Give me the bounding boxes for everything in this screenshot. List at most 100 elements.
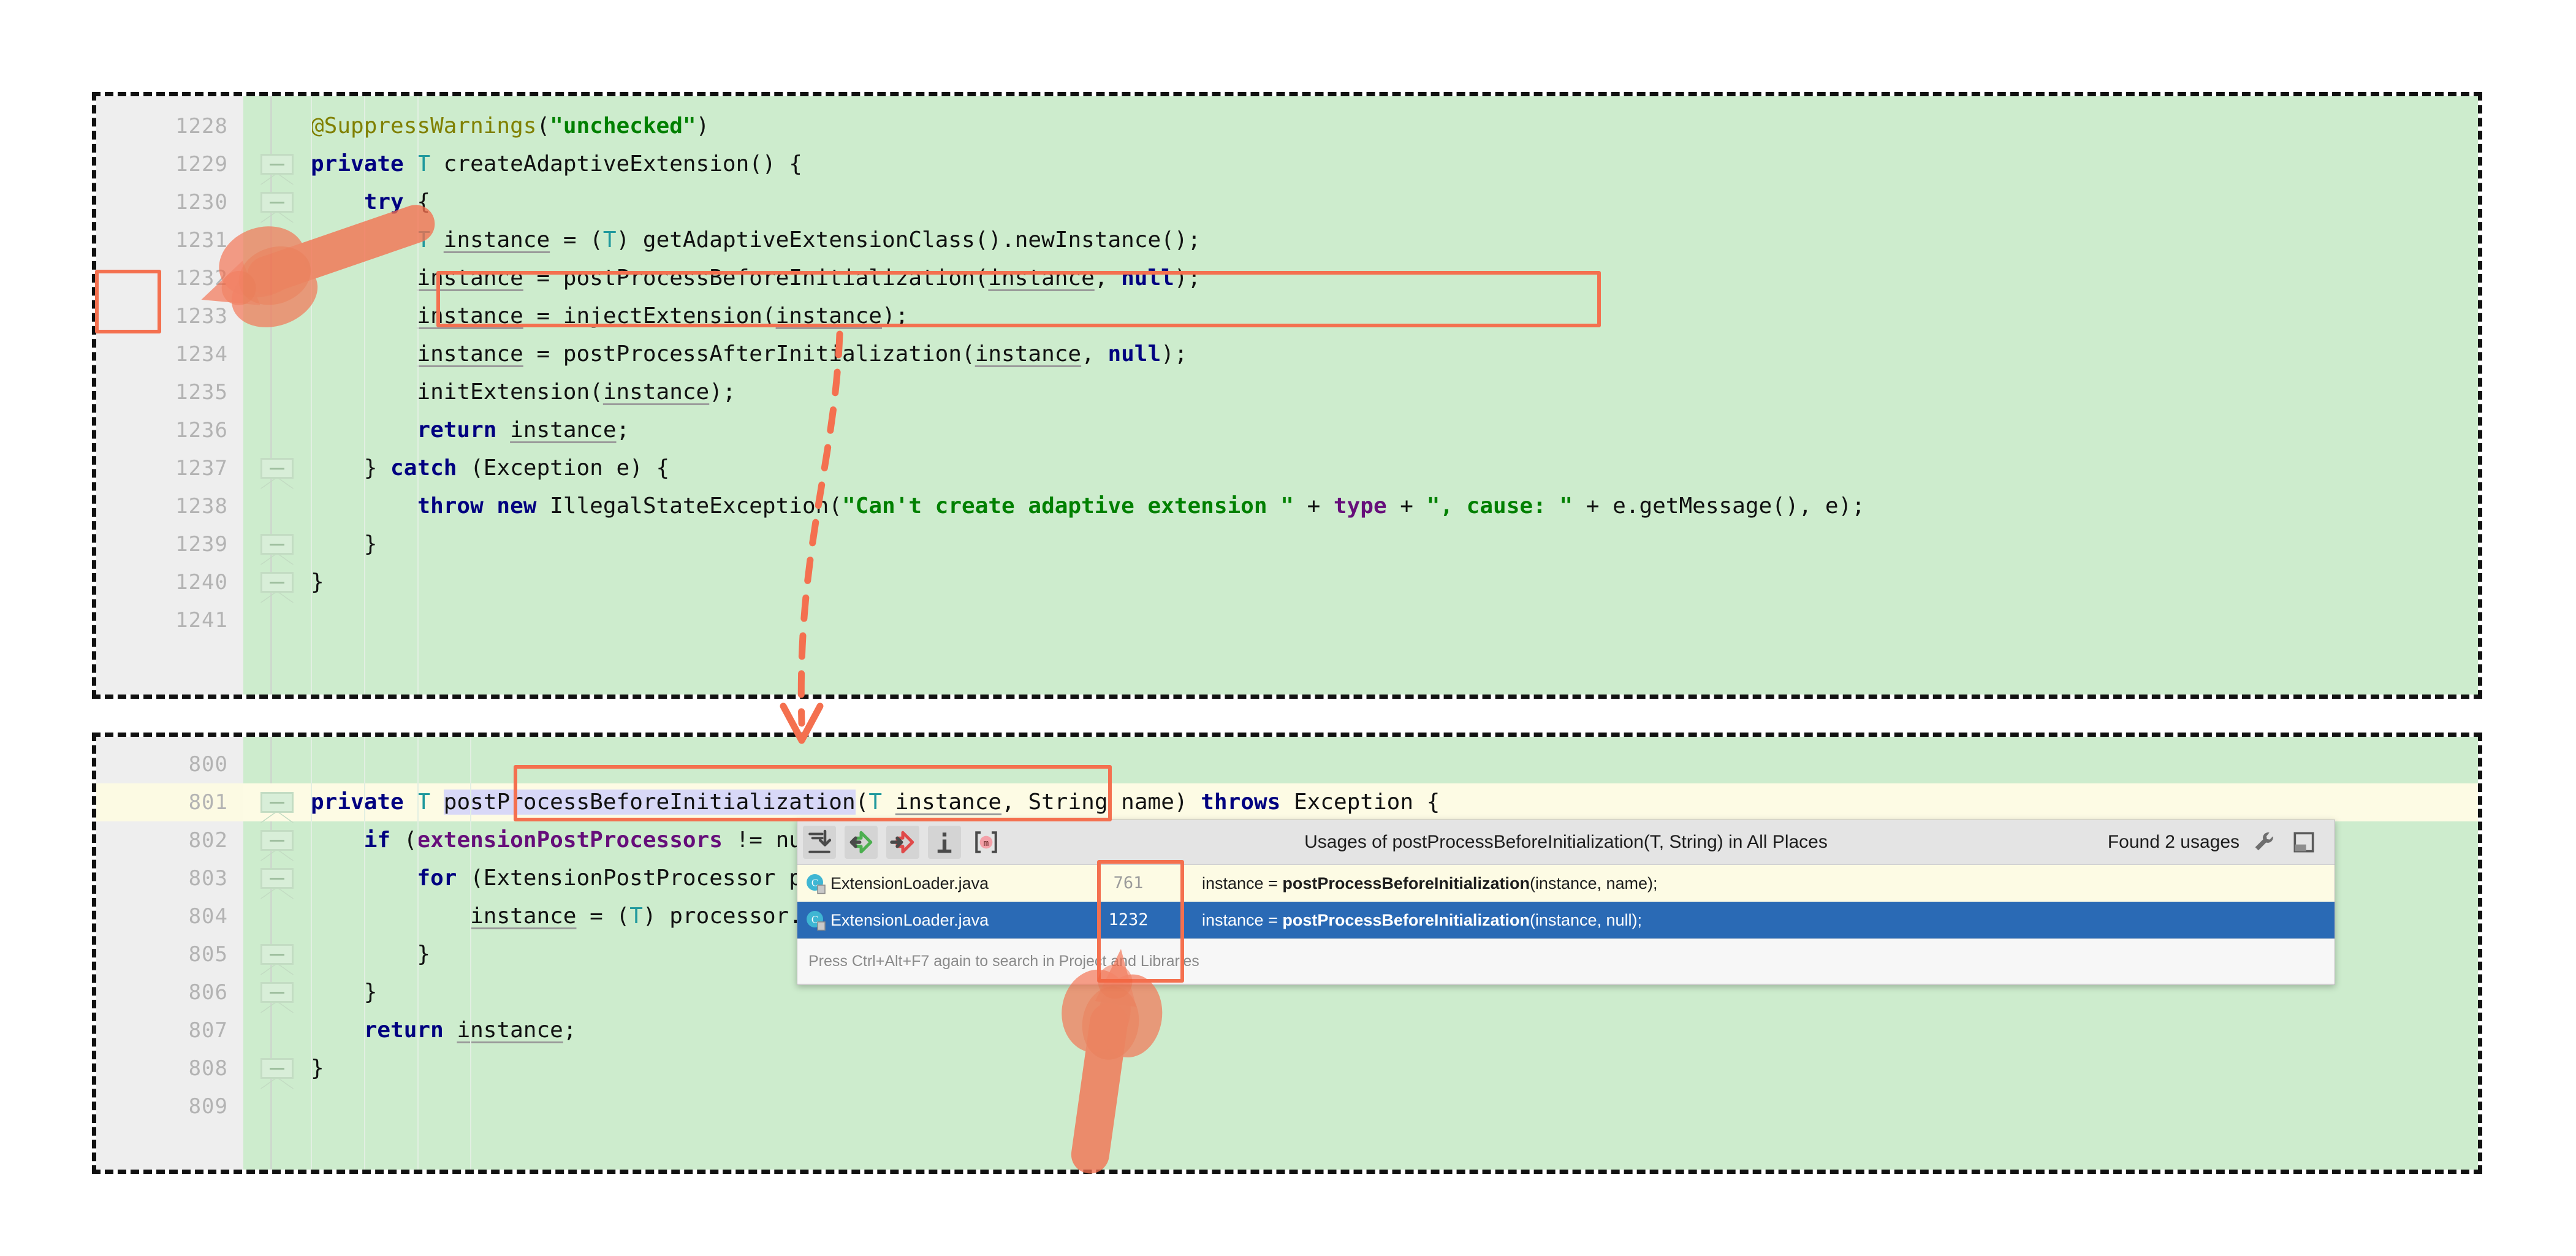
token-str: "Can't create adaptive extension ": [842, 493, 1294, 519]
fold-collapse-icon[interactable]: [260, 830, 294, 861]
token-var: instance: [443, 227, 550, 253]
usage-result-row[interactable]: C ExtensionLoader.java 761 instance = postP…: [797, 865, 2335, 902]
line-code[interactable]: [311, 745, 2478, 783]
line-number[interactable]: 806: [96, 973, 228, 1011]
token-kw: return: [417, 417, 497, 443]
token-plain: Exception {: [1280, 790, 1440, 815]
usage-snippet-suffix: (instance, name);: [1529, 874, 1658, 893]
line-code[interactable]: private T postProcessBeforeInitializatio…: [311, 783, 2478, 821]
fold-collapse-icon[interactable]: [260, 944, 294, 975]
line-number[interactable]: 804: [96, 897, 228, 935]
line-code[interactable]: instance = injectExtension(instance);: [311, 297, 2478, 335]
line-number[interactable]: 803: [96, 859, 228, 897]
fold-collapse-icon[interactable]: [260, 572, 294, 603]
line-code[interactable]: try {: [311, 183, 2478, 221]
fold-collapse-icon[interactable]: [260, 534, 294, 565]
code-line[interactable]: 1234 instance = postProcessAfterInitiali…: [96, 335, 2478, 373]
code-line[interactable]: 1237 } catch (Exception e) {: [96, 449, 2478, 487]
code-line[interactable]: 1238 throw new IllegalStateException("Ca…: [96, 487, 2478, 525]
code-line[interactable]: 801 private T postProcessBeforeInitializa…: [96, 783, 2478, 821]
token-plain: );: [1161, 341, 1188, 367]
code-line[interactable]: 1228 @SuppressWarnings("unchecked"): [96, 107, 2478, 145]
code-line[interactable]: 1240}: [96, 563, 2478, 601]
code-line[interactable]: 800: [96, 745, 2478, 783]
line-code[interactable]: }: [311, 563, 2478, 601]
line-number[interactable]: 801: [96, 783, 228, 821]
fold-collapse-icon[interactable]: [260, 458, 294, 489]
fold-minus-glyph: [270, 1068, 284, 1070]
fold-collapse-icon[interactable]: [260, 982, 294, 1013]
line-number[interactable]: 809: [96, 1087, 228, 1125]
line-code[interactable]: instance = postProcessAfterInitializatio…: [311, 335, 2478, 373]
code-line[interactable]: 1235 initExtension(instance);: [96, 373, 2478, 411]
code-line[interactable]: 807 return instance;: [96, 1011, 2478, 1049]
code-line[interactable]: 1229 private T createAdaptiveExtension() …: [96, 145, 2478, 183]
line-code[interactable]: }: [311, 1049, 2478, 1087]
line-number[interactable]: 800: [96, 745, 228, 783]
line-code[interactable]: [311, 601, 2478, 639]
fold-collapse-icon[interactable]: [260, 154, 294, 185]
token-fld: extensionPostProcessors: [417, 828, 723, 853]
code-line[interactable]: 809: [96, 1087, 2478, 1125]
fold-collapse-icon[interactable]: [260, 192, 294, 223]
settings-wrench-icon[interactable]: [2251, 829, 2278, 856]
fold-collapse-icon[interactable]: [260, 792, 294, 823]
line-number[interactable]: 1228: [96, 107, 228, 145]
line-number[interactable]: 1239: [96, 525, 228, 563]
token-plain: = (: [576, 904, 630, 929]
token-plain: (: [390, 828, 417, 853]
token-kw: throw new: [417, 493, 537, 519]
token-plain: }: [311, 531, 378, 557]
fold-collapse-icon[interactable]: [260, 1058, 294, 1089]
token-plain: (: [536, 113, 550, 139]
line-number[interactable]: 1237: [96, 449, 228, 487]
usage-result-row[interactable]: C ExtensionLoader.java 1232 instance = post…: [797, 902, 2335, 938]
line-number[interactable]: 1240: [96, 563, 228, 601]
line-code[interactable]: } catch (Exception e) {: [311, 449, 2478, 487]
usages-result-list[interactable]: C ExtensionLoader.java 761 instance = postP…: [797, 865, 2335, 938]
line-number[interactable]: 807: [96, 1011, 228, 1049]
code-line[interactable]: 1241: [96, 601, 2478, 639]
line-code[interactable]: T instance = (T) getAdaptiveExtensionCla…: [311, 221, 2478, 259]
code-line[interactable]: 808}: [96, 1049, 2478, 1087]
editor-area-top[interactable]: 1228 @SuppressWarnings("unchecked") 1229 pr…: [96, 96, 2478, 695]
fold-collapse-icon[interactable]: [260, 868, 294, 899]
line-code[interactable]: @SuppressWarnings("unchecked"): [311, 107, 2478, 145]
line-number[interactable]: 805: [96, 935, 228, 973]
line-number[interactable]: 1236: [96, 411, 228, 449]
code-line[interactable]: 1232 instance = postProcessBeforeInitial…: [96, 259, 2478, 297]
line-number[interactable]: 1232: [96, 259, 228, 297]
line-code[interactable]: throw new IllegalStateException("Can't c…: [311, 487, 2478, 525]
line-number[interactable]: 1229: [96, 145, 228, 183]
token-plain: +: [1386, 493, 1427, 519]
code-line[interactable]: 1231 T instance = (T) getAdaptiveExtensi…: [96, 221, 2478, 259]
line-number[interactable]: 1238: [96, 487, 228, 525]
open-in-panel-icon[interactable]: [2290, 829, 2317, 856]
find-usages-popup[interactable]: m Usages of postProcessBeforeInitializat…: [797, 820, 2335, 985]
usages-found-count: Found 2 usages: [2107, 832, 2240, 852]
line-code[interactable]: [311, 1087, 2478, 1125]
code-line[interactable]: 1236 return instance;: [96, 411, 2478, 449]
line-number[interactable]: 1235: [96, 373, 228, 411]
line-number[interactable]: 1231: [96, 221, 228, 259]
line-code[interactable]: initExtension(instance);: [311, 373, 2478, 411]
usages-hint-text: Press Ctrl+Alt+F7 again to search in Pro…: [808, 953, 1199, 970]
line-number[interactable]: 802: [96, 821, 228, 859]
line-code[interactable]: return instance;: [311, 411, 2478, 449]
line-code[interactable]: return instance;: [311, 1011, 2478, 1049]
code-line[interactable]: 1233 instance = injectExtension(instance…: [96, 297, 2478, 335]
line-code[interactable]: instance = postProcessBeforeInitializati…: [311, 259, 2478, 297]
line-number[interactable]: 1230: [96, 183, 228, 221]
line-code[interactable]: }: [311, 525, 2478, 563]
token-plain: ) getAdaptiveExtensionClass().newInstanc…: [616, 227, 1201, 253]
line-number[interactable]: 1234: [96, 335, 228, 373]
code-line[interactable]: 1230 try {: [96, 183, 2478, 221]
line-number[interactable]: 808: [96, 1049, 228, 1087]
code-line[interactable]: 1239 }: [96, 525, 2478, 563]
indent-guide: [470, 737, 472, 1170]
line-number[interactable]: 1233: [96, 297, 228, 335]
line-code[interactable]: private T createAdaptiveExtension() {: [311, 145, 2478, 183]
line-number[interactable]: 1241: [96, 601, 228, 639]
